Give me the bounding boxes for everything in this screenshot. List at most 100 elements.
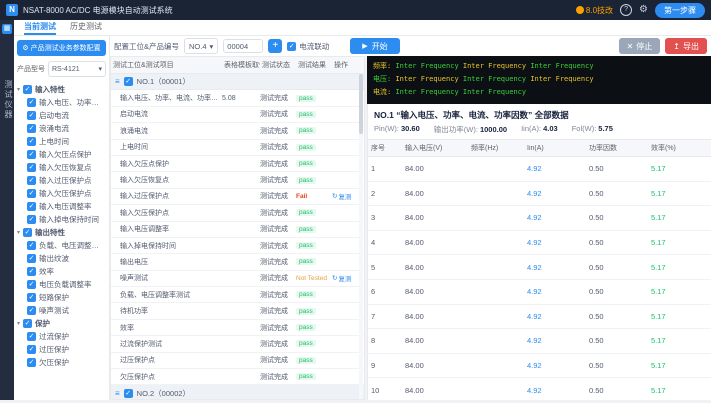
checkbox-checked[interactable]: ✓ bbox=[23, 85, 33, 94]
retest-button[interactable]: ↻ 复测 bbox=[332, 273, 358, 283]
test-item-row[interactable]: 上电时间 测试完成 pass bbox=[111, 140, 364, 156]
test-item-row[interactable]: 负载、电压调整率测试 测试完成 pass bbox=[111, 287, 364, 304]
serial-number-input[interactable] bbox=[223, 39, 264, 53]
checkbox-checked[interactable]: ✓ bbox=[27, 98, 36, 107]
test-item-row[interactable]: 输入过压保护点 测试完成 Fail ↻ 复测 bbox=[111, 189, 364, 206]
tree-item[interactable]: ✓ 短路保护 bbox=[17, 291, 106, 304]
rail-item-instruments[interactable]: 测试仪器 bbox=[3, 80, 14, 120]
checkbox-checked[interactable]: ✓ bbox=[23, 319, 33, 328]
test-item-row[interactable]: 输入欠压恢复点 测试完成 pass bbox=[111, 172, 364, 189]
tree-item[interactable]: ✓ 输入过压保护点 bbox=[17, 174, 106, 187]
checkbox-checked[interactable]: ✓ bbox=[27, 189, 36, 198]
test-item-row[interactable]: 过流保护测试 测试完成 pass bbox=[111, 336, 364, 353]
checkbox-checked[interactable]: ✓ bbox=[123, 77, 133, 87]
result-row[interactable]: 6 84.00 4.92 0.50 5.17 bbox=[368, 280, 711, 305]
checkbox-checked[interactable]: ✓ bbox=[27, 306, 36, 315]
gear-icon[interactable]: ⚙ bbox=[639, 5, 648, 15]
test-item-row[interactable]: 输入电压、功率、电流、功率因数 5.08 测试完成 pass bbox=[111, 90, 364, 107]
checkbox-checked[interactable]: ✓ bbox=[27, 280, 36, 289]
checkbox-checked[interactable]: ✓ bbox=[27, 293, 36, 302]
tree-item[interactable]: ✓ 输出纹波 bbox=[17, 252, 106, 265]
product-model-select[interactable]: RS-4121 ▾ bbox=[48, 61, 106, 77]
tree-group[interactable]: ▾ ✓ 输出特性 bbox=[17, 226, 106, 239]
tree-item[interactable]: ✓ 过压保护 bbox=[17, 343, 106, 356]
checkbox-checked[interactable]: ✓ bbox=[287, 41, 297, 51]
checkbox-checked[interactable]: ✓ bbox=[23, 228, 33, 237]
test-item-row[interactable]: 输入电压调整率 测试完成 pass bbox=[111, 222, 364, 238]
add-station-button[interactable]: + bbox=[268, 39, 283, 53]
checkbox-checked[interactable]: ✓ bbox=[27, 124, 36, 133]
checkbox-checked[interactable]: ✓ bbox=[27, 137, 36, 146]
tree-item[interactable]: ✓ 输入掉电保持时间 bbox=[17, 213, 106, 226]
stop-button[interactable]: ✕ 停止 bbox=[618, 38, 661, 54]
tree-item[interactable]: ✓ 上电时间 bbox=[17, 135, 106, 148]
test-item-row[interactable]: 输入欠压保护点 测试完成 pass bbox=[111, 205, 364, 222]
checkbox-checked[interactable]: ✓ bbox=[27, 202, 36, 211]
result-row[interactable]: 4 84.00 4.92 0.50 5.17 bbox=[368, 231, 711, 256]
tree-item[interactable]: ✓ 输入欠压恢复点 bbox=[17, 161, 106, 174]
export-button[interactable]: ↥ 导出 bbox=[665, 38, 707, 54]
result-row[interactable]: 3 84.00 4.92 0.50 5.17 bbox=[368, 206, 711, 231]
vertical-scrollbar[interactable] bbox=[359, 74, 363, 399]
test-item-row[interactable]: 启动电流 测试完成 pass bbox=[111, 107, 364, 124]
tab-0[interactable]: 当前测试 bbox=[24, 20, 56, 35]
checkbox-checked[interactable]: ✓ bbox=[27, 254, 36, 263]
scrollbar-thumb[interactable] bbox=[359, 74, 363, 134]
checkbox-checked[interactable]: ✓ bbox=[27, 358, 36, 367]
tree-item[interactable]: ✓ 噪声测试 bbox=[17, 304, 106, 317]
checkbox-checked[interactable]: ✓ bbox=[27, 241, 36, 250]
help-icon[interactable]: ? bbox=[620, 4, 633, 16]
drag-handle-icon[interactable]: ≡ bbox=[115, 389, 120, 398]
tree-item[interactable]: ✓ 输入电压调整率 bbox=[17, 200, 106, 213]
checkbox-checked[interactable]: ✓ bbox=[27, 215, 36, 224]
test-item-row[interactable]: 过压保护点 测试完成 pass bbox=[111, 353, 364, 370]
tree-item[interactable]: ✓ 浪涌电流 bbox=[17, 122, 106, 135]
result-row[interactable]: 8 84.00 4.92 0.50 5.17 bbox=[368, 329, 711, 354]
checkbox-checked[interactable]: ✓ bbox=[27, 163, 36, 172]
test-item-row[interactable]: 效率 测试完成 pass bbox=[111, 320, 364, 337]
tree-item[interactable]: ✓ 过流保护 bbox=[17, 330, 106, 343]
tree-group[interactable]: ▾ ✓ 输入特性 bbox=[17, 83, 106, 96]
tree-item[interactable]: ✓ 输入欠压点保护 bbox=[17, 148, 106, 161]
station-select[interactable]: NO.4 ▾ bbox=[184, 38, 219, 54]
drag-handle-icon[interactable]: ≡ bbox=[115, 77, 120, 86]
apps-icon[interactable]: ▦ bbox=[2, 24, 12, 34]
checkbox-checked[interactable]: ✓ bbox=[27, 332, 36, 341]
caret-icon[interactable]: ▾ bbox=[17, 229, 20, 236]
checkbox-checked[interactable]: ✓ bbox=[27, 111, 36, 120]
tree-item[interactable]: ✓ 电压负载调整率 bbox=[17, 278, 106, 291]
checkbox-checked[interactable]: ✓ bbox=[27, 345, 36, 354]
test-item-row[interactable]: 输入掉电保持时间 测试完成 pass bbox=[111, 238, 364, 255]
checkbox-checked[interactable]: ✓ bbox=[123, 388, 133, 398]
caret-icon[interactable]: ▾ bbox=[17, 320, 20, 327]
result-row[interactable]: 10 84.00 4.92 0.50 5.17 bbox=[368, 378, 711, 403]
station-group-row[interactable]: ≡ ✓ NO.1（00001） bbox=[111, 74, 364, 91]
result-row[interactable]: 5 84.00 4.92 0.50 5.17 bbox=[368, 255, 711, 280]
caret-icon[interactable]: ▾ bbox=[17, 86, 20, 93]
result-row[interactable]: 7 84.00 4.92 0.50 5.17 bbox=[368, 305, 711, 330]
tab-1[interactable]: 历史测试 bbox=[70, 20, 102, 35]
test-item-row[interactable]: 浪涌电流 测试完成 pass bbox=[111, 123, 364, 140]
tree-group[interactable]: ▾ ✓ 保护 bbox=[17, 317, 106, 330]
station-group-row[interactable]: ≡ ✓ NO.2（00002） bbox=[111, 385, 364, 399]
test-item-row[interactable]: 输出电压 测试完成 pass bbox=[111, 254, 364, 271]
retest-button[interactable]: ↻ 复测 bbox=[332, 191, 358, 201]
tree-item[interactable]: ✓ 欠压保护 bbox=[17, 356, 106, 369]
tree-item[interactable]: ✓ 输入欠压保护点 bbox=[17, 187, 106, 200]
tree-item[interactable]: ✓输入电压、功率、电流、功率因数 bbox=[17, 96, 106, 109]
test-item-row[interactable]: 欠压保护点 测试完成 pass bbox=[111, 369, 364, 386]
result-row[interactable]: 9 84.00 4.92 0.50 5.17 bbox=[368, 354, 711, 379]
tree-item[interactable]: ✓ 启动电流 bbox=[17, 109, 106, 122]
test-item-row[interactable]: 噪声测试 测试完成 Not Tested ↻ 复测 bbox=[111, 271, 364, 288]
checkbox-checked[interactable]: ✓ bbox=[27, 176, 36, 185]
result-row[interactable]: 2 84.00 4.92 0.50 5.17 bbox=[368, 182, 711, 207]
test-item-row[interactable]: 待机功率 测试完成 pass bbox=[111, 303, 364, 320]
tree-item[interactable]: ✓负载、电压调整率/调整 bbox=[17, 239, 106, 252]
config-params-button[interactable]: ⚙ 产品测试业务参数配置 bbox=[17, 40, 106, 56]
result-row[interactable]: 1 84.00 4.92 0.50 5.17 bbox=[368, 157, 711, 182]
tree-item[interactable]: ✓ 效率 bbox=[17, 265, 106, 278]
checkbox-checked[interactable]: ✓ bbox=[27, 267, 36, 276]
start-button[interactable]: ▶ 开始 bbox=[350, 38, 400, 54]
titlebar-primary-button[interactable]: 第一步骤 bbox=[655, 2, 705, 18]
checkbox-checked[interactable]: ✓ bbox=[27, 150, 36, 159]
